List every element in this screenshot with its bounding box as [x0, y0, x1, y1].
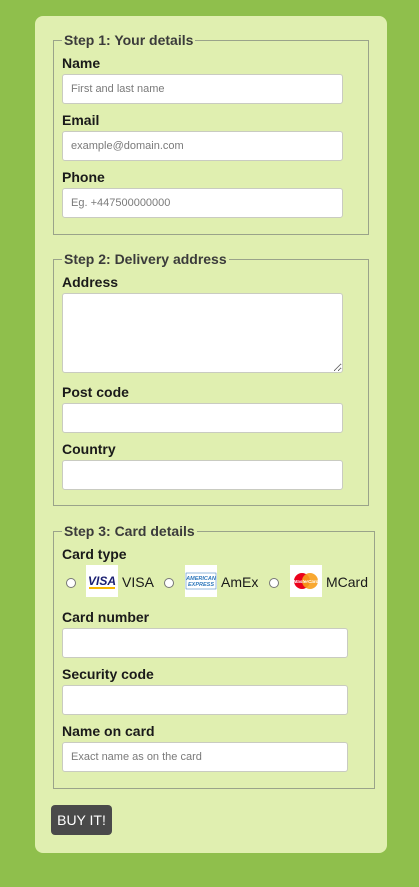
amex-logo-icon: AMERICAN EXPRESS — [185, 565, 217, 597]
cardnumber-label: Card number — [62, 609, 150, 625]
name-label: Name — [62, 55, 101, 71]
email-label: Email — [62, 112, 100, 128]
cardtype-label: Card type — [62, 546, 127, 562]
email-input[interactable] — [62, 131, 343, 161]
country-input[interactable] — [62, 460, 343, 490]
svg-text:MasterCard: MasterCard — [294, 579, 319, 584]
mastercard-logo-icon: MasterCard — [290, 565, 322, 597]
step3-legend: Step 3: Card details — [64, 523, 195, 539]
security-input[interactable] — [62, 685, 348, 715]
step1-legend: Step 1: Your details — [64, 32, 194, 48]
amex-radio[interactable] — [164, 578, 174, 588]
cardnumber-input[interactable] — [62, 628, 348, 658]
postcode-label: Post code — [62, 384, 129, 400]
svg-text:EXPRESS: EXPRESS — [188, 582, 214, 588]
step2-legend: Step 2: Delivery address — [64, 251, 227, 267]
buy-button[interactable]: BUY IT! — [51, 805, 112, 835]
security-label: Security code — [62, 666, 154, 682]
name-input[interactable] — [62, 74, 343, 104]
visa-logo-icon: VISA — [86, 565, 118, 597]
phone-label: Phone — [62, 169, 105, 185]
mastercard-label: MCard — [326, 574, 369, 590]
address-textarea[interactable] — [62, 293, 343, 373]
postcode-input[interactable] — [62, 403, 343, 433]
nameoncard-input[interactable] — [62, 742, 348, 772]
phone-input[interactable] — [62, 188, 343, 218]
visa-label: VISA — [122, 574, 154, 590]
amex-label: AmEx — [221, 574, 259, 590]
nameoncard-label: Name on card — [62, 723, 155, 739]
svg-text:VISA: VISA — [88, 574, 116, 588]
mastercard-radio[interactable] — [269, 578, 279, 588]
address-label: Address — [62, 274, 119, 290]
country-label: Country — [62, 441, 116, 457]
visa-radio[interactable] — [66, 578, 76, 588]
